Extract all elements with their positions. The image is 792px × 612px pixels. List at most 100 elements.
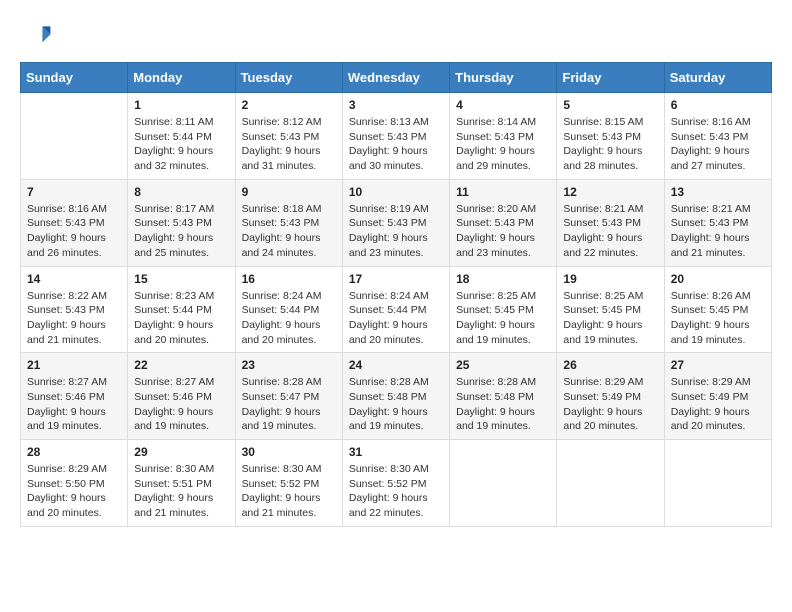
day-info: Sunrise: 8:28 AMSunset: 5:47 PMDaylight:… [242, 375, 336, 434]
sunrise-text: Sunrise: 8:12 AM [242, 115, 336, 130]
day-info: Sunrise: 8:27 AMSunset: 5:46 PMDaylight:… [27, 375, 121, 434]
day-info: Sunrise: 8:30 AMSunset: 5:52 PMDaylight:… [242, 462, 336, 521]
day-number: 30 [242, 445, 336, 459]
day-number: 28 [27, 445, 121, 459]
daylight-line2: and 21 minutes. [27, 333, 121, 348]
daylight-line1: Daylight: 9 hours [349, 318, 443, 333]
sunset-text: Sunset: 5:43 PM [242, 130, 336, 145]
sunset-text: Sunset: 5:44 PM [134, 130, 228, 145]
day-info: Sunrise: 8:16 AMSunset: 5:43 PMDaylight:… [27, 202, 121, 261]
daylight-line2: and 20 minutes. [563, 419, 657, 434]
daylight-line2: and 26 minutes. [27, 246, 121, 261]
calendar-cell: 10Sunrise: 8:19 AMSunset: 5:43 PMDayligh… [342, 179, 449, 266]
calendar-cell: 29 Sunrise: 8:30 AMSunset: 5:51 PMDayligh… [128, 440, 235, 527]
sunset-text: Sunset: 5:43 PM [242, 216, 336, 231]
daylight-line1: Daylight: 9 hours [134, 491, 228, 506]
daylight-line1: Daylight: 9 hours [563, 318, 657, 333]
calendar-cell [450, 440, 557, 527]
calendar-table: SundayMondayTuesdayWednesdayThursdayFrid… [20, 62, 772, 527]
daylight-line1: Daylight: 9 hours [242, 231, 336, 246]
calendar-cell: 3Sunrise: 8:13 AMSunset: 5:43 PMDaylight… [342, 93, 449, 180]
day-info: Sunrise: 8:25 AMSunset: 5:45 PMDaylight:… [456, 289, 550, 348]
day-number: 14 [27, 272, 121, 286]
calendar-header-friday: Friday [557, 63, 664, 93]
daylight-line1: Daylight: 9 hours [134, 318, 228, 333]
day-info: Sunrise: 8:28 AMSunset: 5:48 PMDaylight:… [349, 375, 443, 434]
day-info: Sunrise: 8:18 AMSunset: 5:43 PMDaylight:… [242, 202, 336, 261]
day-info: Sunrise: 8:21 AMSunset: 5:43 PMDaylight:… [671, 202, 765, 261]
sunset-text: Sunset: 5:43 PM [27, 303, 121, 318]
day-number: 19 [563, 272, 657, 286]
sunrise-text: Sunrise: 8:19 AM [349, 202, 443, 217]
day-number: 22 [134, 358, 228, 372]
sunset-text: Sunset: 5:45 PM [671, 303, 765, 318]
day-number: 20 [671, 272, 765, 286]
daylight-line2: and 25 minutes. [134, 246, 228, 261]
daylight-line1: Daylight: 9 hours [27, 491, 121, 506]
calendar-cell: 23Sunrise: 8:28 AMSunset: 5:47 PMDayligh… [235, 353, 342, 440]
calendar-cell: 19Sunrise: 8:25 AMSunset: 5:45 PMDayligh… [557, 266, 664, 353]
calendar-cell: 30 Sunrise: 8:30 AMSunset: 5:52 PMDayligh… [235, 440, 342, 527]
page-header [20, 20, 772, 52]
sunset-text: Sunset: 5:43 PM [563, 216, 657, 231]
calendar-cell: 21 Sunrise: 8:27 AMSunset: 5:46 PMDayligh… [21, 353, 128, 440]
calendar-cell: 26Sunrise: 8:29 AMSunset: 5:49 PMDayligh… [557, 353, 664, 440]
calendar-header-saturday: Saturday [664, 63, 771, 93]
sunset-text: Sunset: 5:52 PM [349, 477, 443, 492]
daylight-line2: and 23 minutes. [456, 246, 550, 261]
sunset-text: Sunset: 5:43 PM [456, 216, 550, 231]
calendar-cell: 14Sunrise: 8:22 AMSunset: 5:43 PMDayligh… [21, 266, 128, 353]
sunset-text: Sunset: 5:43 PM [349, 130, 443, 145]
daylight-line2: and 22 minutes. [349, 506, 443, 521]
day-number: 2 [242, 98, 336, 112]
day-number: 1 [134, 98, 228, 112]
day-number: 24 [349, 358, 443, 372]
daylight-line2: and 27 minutes. [671, 159, 765, 174]
sunrise-text: Sunrise: 8:27 AM [27, 375, 121, 390]
daylight-line1: Daylight: 9 hours [349, 144, 443, 159]
day-info: Sunrise: 8:30 AMSunset: 5:51 PMDaylight:… [134, 462, 228, 521]
sunrise-text: Sunrise: 8:28 AM [456, 375, 550, 390]
calendar-cell: 13Sunrise: 8:21 AMSunset: 5:43 PMDayligh… [664, 179, 771, 266]
calendar-cell: 7Sunrise: 8:16 AMSunset: 5:43 PMDaylight… [21, 179, 128, 266]
sunrise-text: Sunrise: 8:30 AM [242, 462, 336, 477]
daylight-line1: Daylight: 9 hours [242, 491, 336, 506]
sunset-text: Sunset: 5:47 PM [242, 390, 336, 405]
sunset-text: Sunset: 5:46 PM [134, 390, 228, 405]
calendar-header-sunday: Sunday [21, 63, 128, 93]
daylight-line2: and 32 minutes. [134, 159, 228, 174]
day-number: 29 [134, 445, 228, 459]
daylight-line1: Daylight: 9 hours [349, 491, 443, 506]
sunrise-text: Sunrise: 8:15 AM [563, 115, 657, 130]
day-info: Sunrise: 8:13 AMSunset: 5:43 PMDaylight:… [349, 115, 443, 174]
sunrise-text: Sunrise: 8:26 AM [671, 289, 765, 304]
daylight-line2: and 21 minutes. [242, 506, 336, 521]
calendar-cell: 5Sunrise: 8:15 AMSunset: 5:43 PMDaylight… [557, 93, 664, 180]
daylight-line1: Daylight: 9 hours [671, 405, 765, 420]
sunset-text: Sunset: 5:43 PM [134, 216, 228, 231]
daylight-line1: Daylight: 9 hours [27, 231, 121, 246]
calendar-cell [21, 93, 128, 180]
calendar-cell: 11Sunrise: 8:20 AMSunset: 5:43 PMDayligh… [450, 179, 557, 266]
sunset-text: Sunset: 5:52 PM [242, 477, 336, 492]
daylight-line1: Daylight: 9 hours [134, 405, 228, 420]
calendar-cell [664, 440, 771, 527]
day-info: Sunrise: 8:29 AMSunset: 5:50 PMDaylight:… [27, 462, 121, 521]
calendar-cell: 2 Sunrise: 8:12 AMSunset: 5:43 PMDaylight… [235, 93, 342, 180]
calendar-cell: 8Sunrise: 8:17 AMSunset: 5:43 PMDaylight… [128, 179, 235, 266]
daylight-line1: Daylight: 9 hours [671, 144, 765, 159]
day-info: Sunrise: 8:24 AMSunset: 5:44 PMDaylight:… [242, 289, 336, 348]
daylight-line2: and 20 minutes. [349, 333, 443, 348]
sunset-text: Sunset: 5:43 PM [456, 130, 550, 145]
daylight-line2: and 21 minutes. [134, 506, 228, 521]
calendar-week-3: 14Sunrise: 8:22 AMSunset: 5:43 PMDayligh… [21, 266, 772, 353]
day-number: 9 [242, 185, 336, 199]
day-info: Sunrise: 8:12 AMSunset: 5:43 PMDaylight:… [242, 115, 336, 174]
day-number: 21 [27, 358, 121, 372]
daylight-line1: Daylight: 9 hours [563, 231, 657, 246]
sunset-text: Sunset: 5:50 PM [27, 477, 121, 492]
sunrise-text: Sunrise: 8:17 AM [134, 202, 228, 217]
daylight-line1: Daylight: 9 hours [349, 405, 443, 420]
calendar-week-2: 7Sunrise: 8:16 AMSunset: 5:43 PMDaylight… [21, 179, 772, 266]
sunrise-text: Sunrise: 8:21 AM [671, 202, 765, 217]
